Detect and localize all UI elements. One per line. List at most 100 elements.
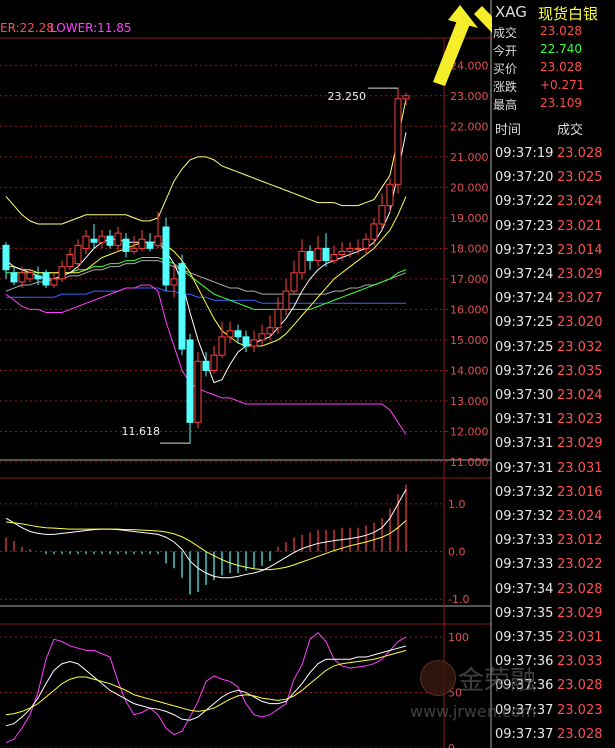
candle-body [386,183,394,207]
candle-body [34,275,42,280]
tick-price: 23.027 [557,291,603,307]
watermark-logo-icon [420,660,456,696]
candle-body [138,238,146,249]
high-annotation: 23.250 [328,90,367,103]
tick-price: 23.023 [557,412,603,428]
candle-body [162,226,170,286]
tick-time: 09:37:20 [495,170,554,186]
y-tick-label: 0.0 [448,546,466,559]
tick-price: 23.024 [557,509,603,524]
candle-body [170,278,178,286]
candle-body [202,360,210,371]
tick-time: 09:37:37 [495,726,554,742]
ma20-line [6,257,407,310]
candle-body [314,247,322,262]
tick-price: 23.033 [557,654,603,670]
ticks-header-time: 时间 [495,123,522,138]
tick-price: 23.028 [557,726,603,742]
quote-row: 买价 23.028 [492,60,615,76]
tick-row: 09:37:24 23.029 [492,263,615,287]
tick-price: 23.024 [557,388,603,403]
y-tick-label: 18.000 [450,242,489,255]
candle-body [26,272,34,280]
tick-price: 23.016 [557,484,603,500]
candle-body [266,327,274,335]
tick-time: 09:37:19 [495,146,554,161]
symbol-code: XAG [495,3,527,21]
tick-price: 23.035 [557,363,603,379]
y-tick-label: 23.000 [450,90,489,103]
y-tick-label: 12.000 [450,425,489,438]
candle-body [178,263,186,350]
tick-row: 09:37:25 23.020 [492,311,615,335]
quote-value: +0.271 [540,78,585,92]
symbol-name: 现货白银 [538,5,599,23]
candle-body [242,336,250,347]
candle-body [306,250,314,262]
up-arrow-shaft [433,18,470,86]
candle-body [194,360,202,423]
quote-label: 最高 [493,98,518,112]
tick-row: 09:37:23 23.014 [492,239,615,263]
low-annotation: 11.618 [122,425,161,438]
tick-row: 09:37:31 23.023 [492,408,615,432]
quote-value: 23.028 [540,24,582,38]
quote-label: 买价 [493,62,518,76]
candle-body [154,235,162,246]
ma5-line [5,132,407,384]
quote-row: 成交 23.028 [492,24,615,40]
y-tick-label: 24.000 [450,59,489,72]
ma30-line [5,260,407,295]
tick-time: 09:37:23 [495,218,554,234]
y-tick-label: 13.000 [450,395,489,408]
tick-row: 09:37:19 23.028 [492,142,615,166]
candle-body [130,247,138,252]
tick-row: 09:37:34 23.028 [492,578,615,602]
y-tick-label: 20.000 [450,181,489,194]
y-tick-label: 21.000 [450,151,489,164]
quote-row: 今开 22.740 [492,42,615,58]
candle-body [322,247,330,262]
candle-body [74,244,82,265]
tick-price: 23.032 [557,339,603,355]
down-arrow-shaft [474,6,492,33]
tick-time: 09:37:31 [495,460,554,476]
tick-time: 09:37:35 [495,605,554,621]
tick-row: 09:37:33 23.022 [492,553,615,577]
candle-body [186,339,194,423]
candle-body [362,238,370,249]
candle-body [346,247,354,252]
quote-label: 成交 [493,26,518,40]
quote-row: 涨跌 +0.271 [492,78,615,94]
tick-price: 23.028 [557,146,603,161]
candle-body [226,330,234,338]
tick-row: 09:37:35 23.031 [492,626,615,650]
tick-row: 09:37:26 23.035 [492,360,615,384]
tick-price: 23.028 [557,678,603,694]
candle-body [98,235,106,243]
tick-price: 23.022 [557,557,603,573]
quote-panel: XAG 现货白银 成交 23.028 今开 22.740 买价 23.028 涨跌 +0.27… [492,0,615,748]
bands-lower-label: LOWER:11.85 [50,21,132,35]
tick-time: 09:37:34 [495,581,554,597]
tick-price: 23.031 [557,460,603,476]
bands-upper-label: ER:22.28 [0,21,54,35]
tick-row: 09:37:23 23.021 [492,215,615,239]
boll-upper-line [5,98,407,225]
candle-body [282,290,290,310]
y-tick-label: 19.000 [450,212,489,225]
tick-price: 23.025 [557,170,603,186]
candle-body [66,253,74,268]
candle-body [106,235,114,246]
candle-body [394,98,402,185]
tick-time: 09:37:35 [495,630,554,645]
tick-time: 09:37:25 [495,315,554,331]
tick-row: 09:37:33 23.012 [492,529,615,553]
tick-row: 09:37:24 23.027 [492,287,615,311]
candle-body [290,272,298,292]
candle-body [370,223,378,240]
tick-price: 23.029 [557,605,603,621]
tick-time: 09:37:23 [495,242,554,258]
tick-price: 23.012 [557,533,603,549]
candle-body [146,241,154,249]
